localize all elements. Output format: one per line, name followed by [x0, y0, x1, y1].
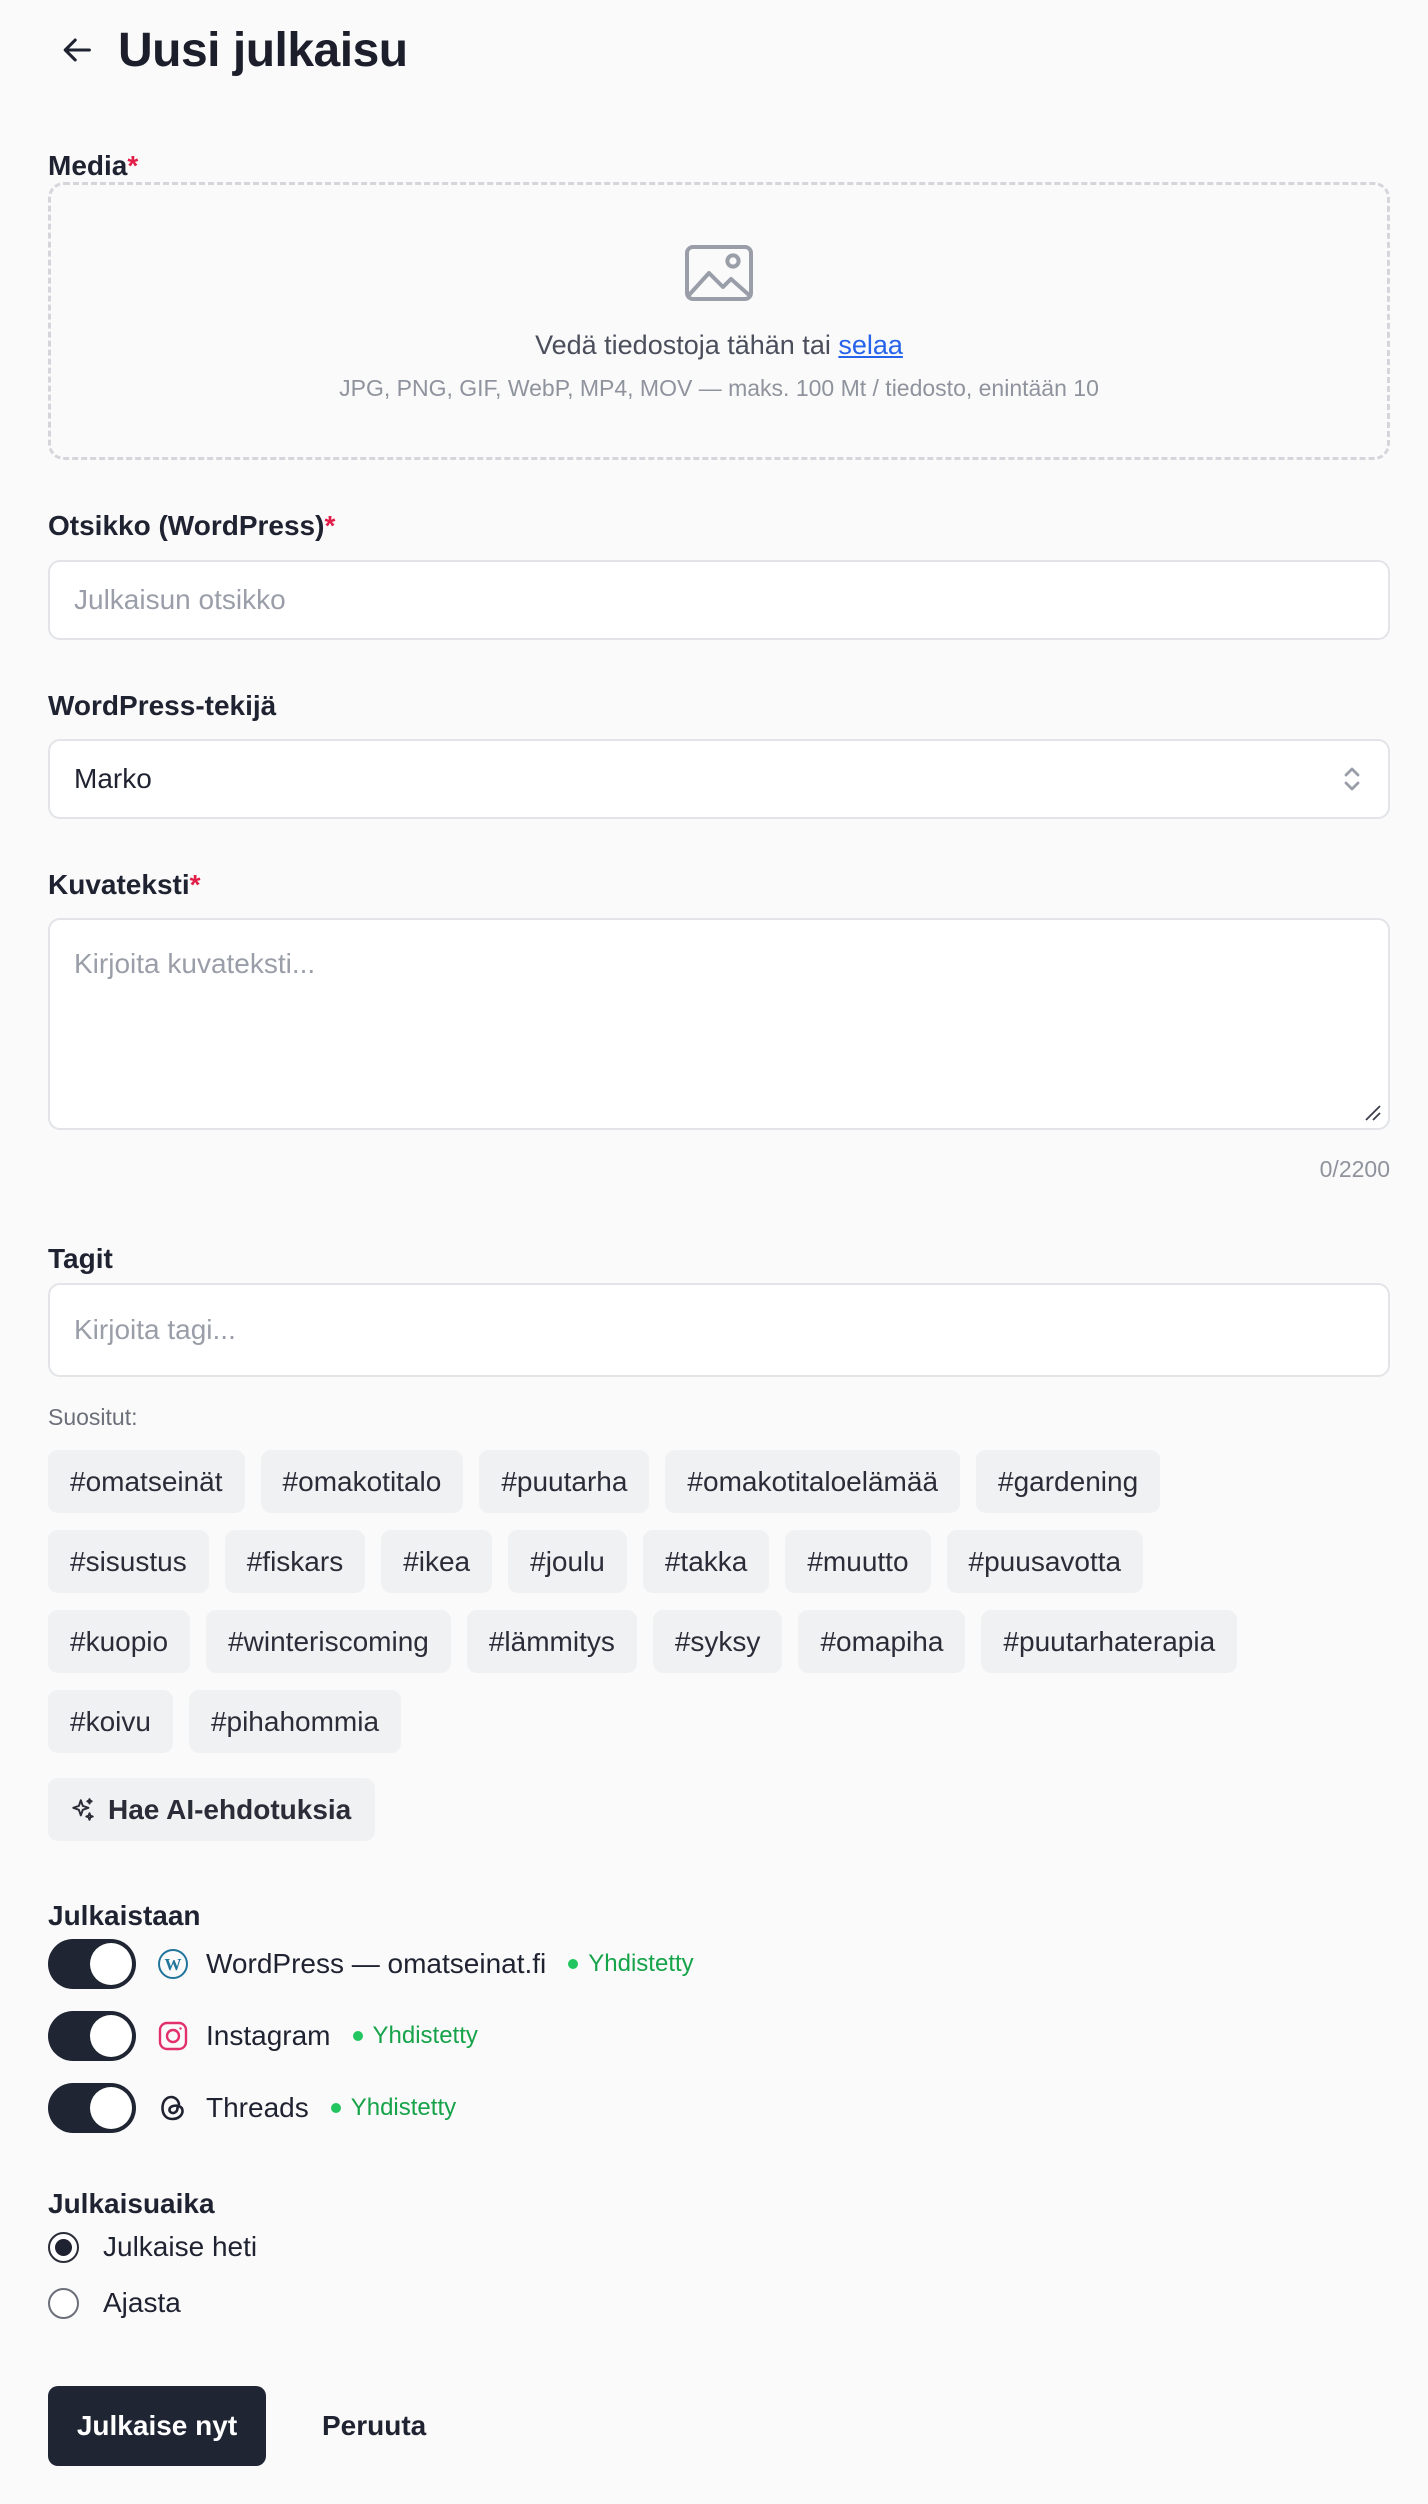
popular-tags: #omatseinät #omakotitalo #puutarha #omak…: [48, 1450, 1390, 1770]
caption-label-text: Kuvateksti: [48, 869, 190, 900]
drop-text: Vedä tiedostoja tähän tai: [535, 330, 831, 360]
tag-chip[interactable]: #omapiha: [798, 1610, 966, 1673]
tag-chip[interactable]: #lämmitys: [466, 1610, 637, 1673]
required-mark: *: [324, 510, 336, 541]
header: Uusi julkaisu: [48, 18, 408, 82]
channel-instagram: Instagram Yhdistetty: [48, 2011, 478, 2061]
status-badge: Yhdistetty: [352, 2022, 478, 2050]
status-text: Yhdistetty: [350, 2094, 457, 2121]
channel-wordpress: W WordPress — omatseinat.fi Yhdistetty: [48, 1939, 694, 1989]
status-text: Yhdistetty: [372, 2022, 478, 2049]
caption-textarea[interactable]: Kirjoita kuvateksti...: [48, 918, 1390, 1130]
caption-label: Kuvateksti*: [48, 869, 201, 901]
publish-now-option[interactable]: Julkaise heti: [48, 2227, 257, 2267]
tag-chip[interactable]: #puutarhaterapia: [981, 1610, 1238, 1673]
tag-placeholder: Kirjoita tagi...: [74, 1314, 236, 1345]
tag-chip[interactable]: #koivu: [48, 1690, 173, 1753]
author-select-value: Marko: [74, 763, 152, 794]
caption-placeholder: Kirjoita kuvateksti...: [74, 948, 316, 979]
tags-label: Tagit: [48, 1243, 113, 1274]
status-text: Yhdistetty: [588, 1950, 694, 1977]
title-label-text: Otsikko (WordPress): [48, 510, 325, 541]
chevron-up-down-icon: [1344, 767, 1360, 791]
radio-label: Ajasta: [103, 2287, 181, 2318]
media-dropzone[interactable]: Vedä tiedostoja tähän tai selaa JPG, PNG…: [48, 182, 1390, 460]
popular-tags-label: Suositut:: [48, 1404, 138, 1430]
required-mark: *: [127, 150, 139, 181]
tag-row: #sisustus #fiskars #ikea #joulu #takka #…: [48, 1530, 1390, 1593]
tag-chip[interactable]: #gardening: [976, 1450, 1161, 1513]
sparkles-icon: [72, 1797, 94, 1821]
title-label: Otsikko (WordPress)*: [48, 510, 335, 542]
tag-row: #koivu #pihahommia: [48, 1690, 1390, 1753]
ai-suggestions-button[interactable]: Hae AI-ehdotuksia: [48, 1778, 376, 1841]
author-label: WordPress-tekijä: [48, 690, 277, 721]
tag-chip[interactable]: #puusavotta: [946, 1530, 1144, 1593]
radio-label: Julkaise heti: [103, 2231, 258, 2262]
tag-chip[interactable]: #fiskars: [224, 1530, 366, 1593]
publish-now-button[interactable]: Julkaise nyt: [48, 2386, 266, 2466]
dropzone-text: Vedä tiedostoja tähän tai selaa: [535, 330, 903, 361]
tag-chip[interactable]: #kuopio: [48, 1610, 191, 1673]
svg-text:W: W: [165, 1955, 182, 1974]
tag-row: #kuopio #winteriscoming #lämmitys #syksy…: [48, 1610, 1390, 1673]
status-badge: Yhdistetty: [568, 1950, 694, 1978]
media-label: Media*: [48, 150, 138, 182]
publish-to-label: Julkaistaan: [48, 1900, 201, 1931]
page-title: Uusi julkaisu: [118, 23, 408, 77]
tag-row: #omatseinät #omakotitalo #puutarha #omak…: [48, 1450, 1390, 1513]
radio-button[interactable]: [48, 2231, 79, 2263]
title-placeholder: Julkaisun otsikko: [74, 584, 286, 615]
tag-chip[interactable]: #joulu: [508, 1530, 627, 1593]
channel-threads: Threads Yhdistetty: [48, 2083, 456, 2133]
tag-chip[interactable]: #puutarha: [479, 1450, 650, 1513]
cancel-button[interactable]: Peruuta: [298, 2386, 450, 2466]
resize-handle-icon[interactable]: [1362, 1102, 1382, 1122]
image-icon: [683, 243, 755, 308]
new-post-page: Uusi julkaisu Media* Vedä tiedostoja täh…: [0, 0, 1428, 2504]
tag-chip[interactable]: #pihahommia: [188, 1690, 402, 1753]
schedule-option[interactable]: Ajasta: [48, 2283, 181, 2323]
media-label-text: Media: [48, 150, 128, 181]
status-badge: Yhdistetty: [330, 2094, 457, 2122]
back-button[interactable]: [46, 18, 110, 82]
threads-icon: [156, 2091, 190, 2125]
channel-name: Instagram: [206, 2020, 331, 2051]
channel-name: WordPress — omatseinat.fi: [206, 1948, 547, 1979]
ai-suggestions-label: Hae AI-ehdotuksia: [108, 1793, 352, 1825]
instagram-toggle[interactable]: [48, 2011, 136, 2061]
tag-chip[interactable]: #omakotitalo: [260, 1450, 464, 1513]
tag-chip[interactable]: #omatseinät: [48, 1450, 245, 1513]
tag-chip[interactable]: #ikea: [381, 1530, 493, 1593]
tag-chip[interactable]: #takka: [642, 1530, 770, 1593]
tag-chip[interactable]: #sisustus: [48, 1530, 209, 1593]
radio-button[interactable]: [48, 2287, 79, 2319]
caption-counter: 0/2200: [1319, 1156, 1390, 1182]
publish-time-label: Julkaisuaika: [48, 2188, 215, 2219]
tag-chip[interactable]: #syksy: [652, 1610, 783, 1673]
arrow-left-icon: [63, 38, 91, 62]
tag-chip[interactable]: #muutto: [785, 1530, 931, 1593]
threads-toggle[interactable]: [48, 2083, 136, 2133]
tag-chip[interactable]: #omakotitaloelämää: [665, 1450, 961, 1513]
title-input[interactable]: Julkaisun otsikko: [48, 560, 1390, 640]
required-mark: *: [189, 869, 201, 900]
instagram-icon: [156, 2019, 190, 2053]
wordpress-icon: W: [156, 1947, 190, 1981]
tag-chip[interactable]: #winteriscoming: [206, 1610, 451, 1673]
wordpress-toggle[interactable]: [48, 1939, 136, 1989]
author-select[interactable]: Marko: [48, 739, 1390, 819]
tag-input[interactable]: Kirjoita tagi...: [48, 1283, 1390, 1377]
dropzone-hint: JPG, PNG, GIF, WebP, MP4, MOV — maks. 10…: [339, 375, 1099, 401]
browse-link[interactable]: selaa: [838, 330, 903, 360]
channel-name: Threads: [206, 2092, 309, 2123]
